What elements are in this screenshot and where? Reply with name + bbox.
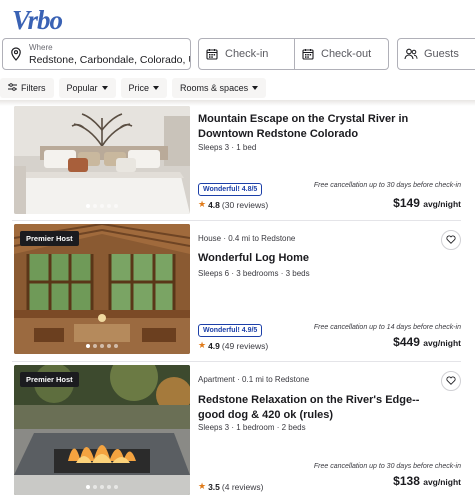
rating-value: 4.9	[208, 340, 220, 351]
listing-photo[interactable]	[14, 106, 190, 214]
review-count: (49 reviews)	[221, 340, 269, 351]
star-icon: ★	[198, 199, 207, 209]
listing-meta: House · 0.4 mi to Redstone	[198, 234, 296, 243]
search-bar: Where Redstone, Carbondale, Colorado, U.…	[0, 38, 475, 72]
checkin-placeholder: Check-in	[225, 48, 269, 60]
review-count: (4 reviews)	[221, 481, 264, 492]
price-label: Price	[128, 83, 150, 93]
rating-badge: Wonderful! 4.9/5	[198, 324, 263, 337]
listing-divider	[12, 361, 461, 362]
heart-icon	[446, 231, 456, 249]
chevron-down-icon	[252, 86, 259, 90]
price-unit: avg/night	[423, 477, 461, 487]
filters-label: Filters	[21, 83, 46, 93]
popular-label: Popular	[66, 83, 98, 93]
rooms-label: Rooms & spaces	[180, 83, 249, 93]
sliders-icon	[8, 83, 17, 93]
chevron-down-icon	[101, 86, 108, 90]
filters-button[interactable]: Filters	[0, 78, 54, 98]
listing-info: Apartment · 0.1 mi to Redstone Redstone …	[198, 365, 461, 499]
star-icon: ★	[198, 340, 207, 350]
star-icon: ★	[198, 481, 207, 491]
favorite-button[interactable]	[441, 230, 461, 250]
filter-bar: Filters Popular Price Rooms & spaces	[0, 76, 475, 100]
people-icon	[398, 48, 424, 60]
listing-price: $149 avg/night	[393, 196, 461, 210]
listing-card[interactable]: Premier Host House · 0.4 mi to Redstone …	[12, 224, 461, 358]
price-amount: $138	[393, 474, 420, 488]
popular-dropdown[interactable]: Popular	[58, 78, 116, 98]
cancellation-policy: Free cancellation up to 30 days before c…	[313, 182, 461, 189]
listing-title[interactable]: Redstone Relaxation on the River's Edge-…	[198, 393, 431, 423]
where-label: Where	[29, 43, 53, 52]
calendar-icon	[295, 48, 321, 60]
vrbo-logo[interactable]: Vrbo	[12, 6, 463, 34]
listing-card[interactable]: Mountain Escape on the Crystal River in …	[12, 106, 461, 218]
price-dropdown[interactable]: Price	[120, 78, 168, 98]
listing-title[interactable]: Wonderful Log Home	[198, 251, 431, 266]
guests-placeholder: Guests	[424, 48, 459, 60]
rooms-spaces-dropdown[interactable]: Rooms & spaces	[172, 78, 267, 98]
rating-value: 3.5	[208, 481, 220, 492]
listing-title[interactable]: Mountain Escape on the Crystal River in …	[198, 112, 431, 142]
guests-field[interactable]: Guests	[397, 38, 475, 70]
where-field[interactable]: Where Redstone, Carbondale, Colorado, U.…	[2, 38, 191, 70]
price-unit: avg/night	[423, 199, 461, 209]
listing-sleeps: Sleeps 6 · 3 bedrooms · 3 beds	[198, 269, 310, 278]
listing-photo[interactable]: Premier Host	[14, 365, 190, 495]
listing-photo[interactable]: Premier Host	[14, 224, 190, 354]
listing-price: $138 avg/night	[393, 474, 461, 488]
listing-divider	[12, 220, 461, 221]
listing-sleeps: Sleeps 3 · 1 bedroom · 2 beds	[198, 423, 306, 432]
listing-rating: ★ 4.8 (30 reviews)	[198, 199, 268, 210]
premier-host-badge: Premier Host	[20, 231, 79, 246]
calendar-icon	[199, 48, 225, 60]
checkout-field[interactable]: Check-out	[294, 38, 389, 70]
photo-carousel-dots[interactable]	[14, 344, 190, 348]
checkout-placeholder: Check-out	[321, 48, 372, 60]
location-pin-icon	[3, 47, 29, 61]
listing-card[interactable]: Premier Host Apartment · 0.1 mi to Redst…	[12, 365, 461, 499]
listing-sleeps: Sleeps 3 · 1 bed	[198, 143, 257, 152]
photo-carousel-dots[interactable]	[14, 485, 190, 489]
heart-icon	[446, 372, 456, 390]
listing-info: House · 0.4 mi to Redstone Wonderful Log…	[198, 224, 461, 358]
listing-meta: Apartment · 0.1 mi to Redstone	[198, 375, 310, 384]
listing-info: Mountain Escape on the Crystal River in …	[198, 106, 461, 218]
listing-rating: ★ 3.5 (4 reviews)	[198, 481, 263, 492]
favorite-button[interactable]	[441, 371, 461, 391]
price-amount: $149	[393, 196, 420, 210]
cancellation-policy: Free cancellation up to 30 days before c…	[313, 463, 461, 470]
rating-badge: Wonderful! 4.8/5	[198, 183, 263, 196]
listing-price: $449 avg/night	[393, 335, 461, 349]
photo-carousel-dots[interactable]	[14, 204, 190, 208]
cancellation-policy: Free cancellation up to 14 days before c…	[313, 324, 461, 331]
price-unit: avg/night	[423, 338, 461, 348]
listing-rating: ★ 4.9 (49 reviews)	[198, 340, 268, 351]
price-amount: $449	[393, 335, 420, 349]
header: Vrbo	[0, 0, 475, 38]
chevron-down-icon	[153, 86, 160, 90]
premier-host-badge: Premier Host	[20, 372, 79, 387]
checkin-field[interactable]: Check-in	[198, 38, 295, 70]
review-count: (30 reviews)	[221, 199, 269, 210]
where-value[interactable]: Redstone, Carbondale, Colorado, U...	[29, 54, 190, 66]
rating-value: 4.8	[208, 199, 220, 210]
